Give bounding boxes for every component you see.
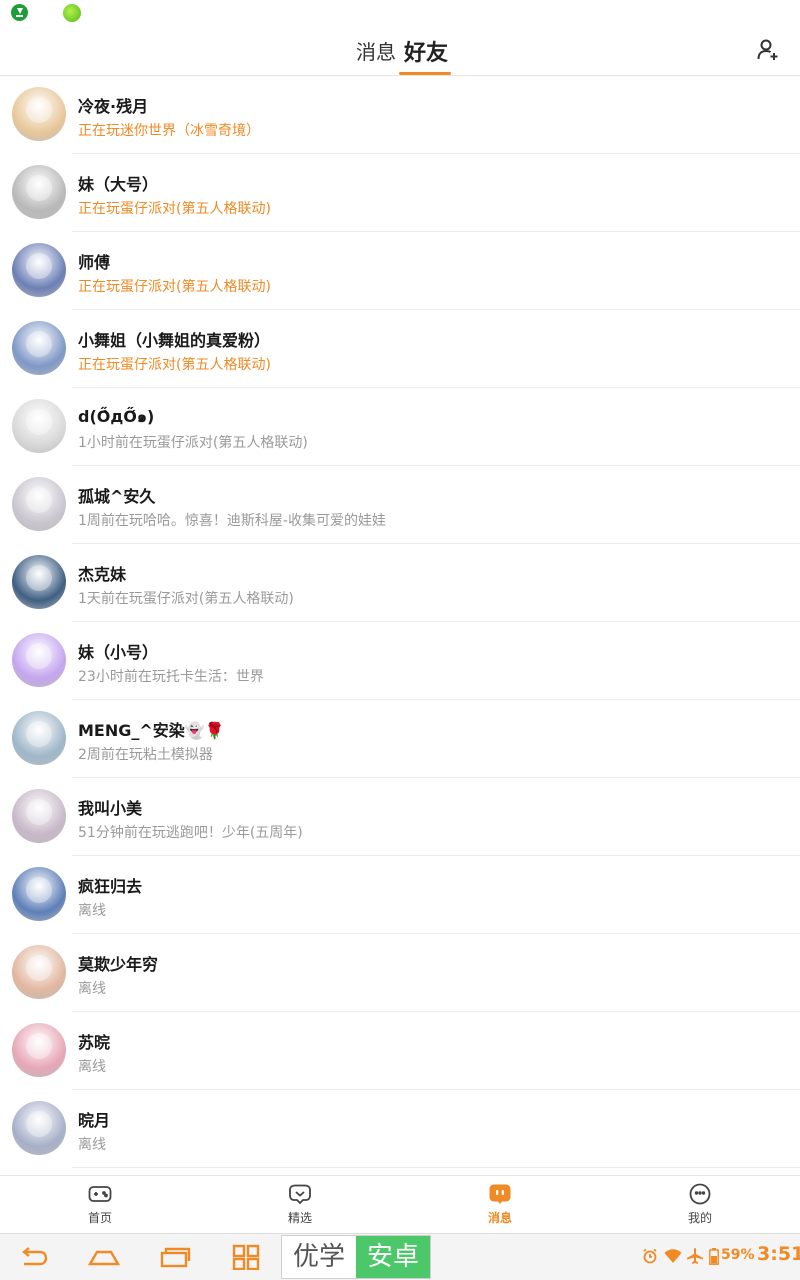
friend-name: 我叫小美 [78,799,143,818]
friend-name: 杰克妹 [78,565,127,584]
nav-messages-label: 消息 [487,1211,512,1225]
app-notification-icon [63,4,81,22]
friend-row[interactable]: 冷夜·残月正在玩迷你世界（冰雪奇境） [0,76,800,154]
active-tab-indicator [399,72,451,75]
nav-featured-label: 精选 [287,1211,312,1225]
friend-avatar[interactable] [12,1023,66,1077]
top-bar: 消息 好友 [0,26,800,76]
input-method-switcher[interactable]: 优学 安卓 [281,1235,431,1279]
battery-percentage: 59% [721,1247,755,1263]
tab-messages[interactable]: 消息 [356,36,396,65]
heart-chat-icon [289,1184,311,1205]
row-divider [72,1167,800,1168]
alarm-icon [643,1248,657,1264]
friend-avatar[interactable] [12,321,66,375]
battery-icon [709,1248,719,1265]
friend-row[interactable]: 孤城^安久 1周前在玩哈哈。惊喜！迪斯科屋-收集可爱的娃娃 [0,466,800,544]
friend-avatar[interactable] [12,1101,66,1155]
friend-name: 师傅 [78,253,111,272]
friend-status: 正在玩迷你世界（冰雪奇境） [78,123,260,139]
friend-row[interactable]: 妹（大号） 正在玩蛋仔派对(第五人格联动) [0,154,800,232]
friend-avatar[interactable] [12,789,66,843]
add-friend-button[interactable] [756,38,780,62]
friend-avatar[interactable] [12,165,66,219]
nav-home-label: 首页 [87,1211,112,1225]
grid-menu-icon[interactable] [230,1244,262,1270]
tab-friends[interactable]: 好友 [404,35,448,67]
friend-name: MENG_^安染👻🌹 [78,721,225,740]
nav-profile[interactable]: 我的 [600,1176,800,1234]
friend-row[interactable]: 妹（小号） 23小时前在玩托卡生活：世界 [0,622,800,700]
friend-avatar[interactable] [12,477,66,531]
gamepad-icon [88,1186,112,1202]
system-navigation-bar: 优学 安卓 [0,1233,800,1280]
friend-avatar[interactable] [12,399,66,453]
ime-youxue-label[interactable]: 优学 [282,1236,356,1278]
friend-status: 51分钟前在玩逃跑吧！少年(五周年) [78,825,303,841]
friend-name: 妹（小号） [78,643,159,662]
friend-status: 正在玩蛋仔派对(第五人格联动) [78,357,271,373]
friend-status: 1小时前在玩蛋仔派对(第五人格联动) [78,435,308,451]
bottom-navigation: 首页 精选 消息 我的 [0,1175,800,1233]
friend-list: 冷夜·残月 正在玩迷你世界（冰雪奇境） 妹（大号） 正在玩蛋仔派对(第五人格联动) 师傅… [0,76,800,1168]
friend-name: 晥月 [78,1111,111,1130]
wifi-icon [664,1249,682,1263]
recent-apps-icon[interactable] [159,1244,191,1270]
friend-avatar[interactable] [12,633,66,687]
friend-status: 2周前在玩粘土模拟器 [78,747,213,763]
friend-row[interactable]: 苏晥 离线 [0,1012,800,1090]
friends-screen: 消息 好友 冷夜·残月正在玩迷你世界（冰雪奇境） 妹（大号） 正在玩蛋仔派对(第五人… [0,0,800,1280]
nav-profile-label: 我的 [687,1211,712,1225]
friend-row[interactable]: 莫欺少年穷 离线 [0,934,800,1012]
friend-avatar[interactable] [12,867,66,921]
friend-avatar[interactable] [12,243,66,297]
download-icon [11,4,28,21]
nav-featured[interactable]: 精选 [200,1176,400,1234]
friend-name: 莫欺少年穷 [78,955,159,974]
friend-status: 1周前在玩哈哈。惊喜！迪斯科屋-收集可爱的娃娃 [78,513,386,529]
friend-status: 正在玩蛋仔派对(第五人格联动) [78,201,271,217]
friend-name: 小舞姐（小舞姐的真爱粉） [78,331,271,350]
home-icon[interactable] [88,1244,120,1270]
airplane-mode-icon [687,1248,703,1264]
ime-android-label[interactable]: 安卓 [356,1236,430,1278]
clock: 3:51 [757,1243,800,1265]
friend-name: 妹（大号） [78,175,159,194]
friend-row[interactable]: 疯狂归去 离线 [0,856,800,934]
friend-avatar[interactable] [12,87,66,141]
add-user-icon [757,39,778,60]
friend-name: 疯狂归去 [78,877,143,896]
friend-row[interactable]: 小舞姐（小舞姐的真爱粉） 正在玩蛋仔派对(第五人格联动) [0,310,800,388]
friend-avatar[interactable] [12,555,66,609]
smiley-icon [689,1183,711,1205]
friend-row[interactable]: MENG_^安染👻🌹 2周前在玩粘土模拟器 [0,700,800,778]
friend-status: 正在玩蛋仔派对(第五人格联动) [78,279,271,295]
friend-row[interactable]: 杰克妹 1天前在玩蛋仔派对(第五人格联动) [0,544,800,622]
back-icon[interactable] [18,1244,50,1270]
friend-status: 离线 [78,903,106,919]
friend-status: 离线 [78,1059,106,1075]
friend-name: 冷夜·残月 [78,97,149,116]
status-bar [0,0,800,26]
friend-row[interactable]: 我叫小美 51分钟前在玩逃跑吧！少年(五周年) [0,778,800,856]
friend-row[interactable]: d(Ő̀дŐ́๑) 1小时前在玩蛋仔派对(第五人格联动) [0,388,800,466]
friend-row[interactable]: 晥月 离线 [0,1090,800,1168]
friend-name: d(Ő̀дŐ́๑) [78,407,155,426]
nav-home[interactable]: 首页 [0,1176,200,1234]
friend-row[interactable]: 师傅正在玩蛋仔派对(第五人格联动) [0,232,800,310]
friend-name: 苏晥 [78,1033,111,1052]
friend-status: 离线 [78,1137,106,1153]
friend-status: 1天前在玩蛋仔派对(第五人格联动) [78,591,294,607]
friend-avatar[interactable] [12,711,66,765]
nav-messages[interactable]: 消息 [400,1176,600,1234]
friend-status: 离线 [78,981,106,997]
friend-status: 23小时前在玩托卡生活：世界 [78,669,264,685]
friend-name: 孤城^安久 [78,487,156,506]
friend-avatar[interactable] [12,945,66,999]
chat-icon [489,1184,511,1204]
